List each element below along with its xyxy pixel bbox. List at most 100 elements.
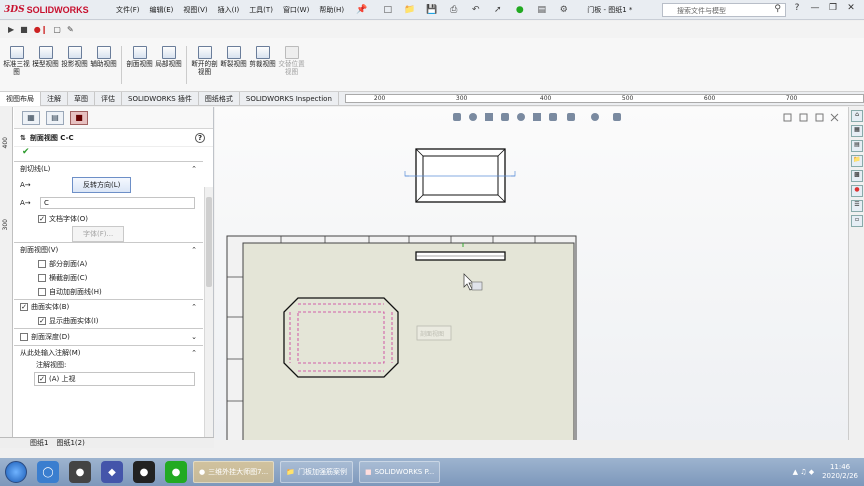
qq-icon[interactable]: ● [133, 461, 155, 483]
reverse-direction-button[interactable]: 反转方向(L) [72, 177, 132, 193]
zoom-fit-icon[interactable] [453, 113, 461, 121]
scrollbar-thumb[interactable] [206, 197, 212, 287]
forum-icon[interactable]: ▫ [851, 215, 863, 227]
tab-evaluate[interactable]: 评估 [95, 91, 122, 106]
chevron-down-icon[interactable]: ⌄ [191, 333, 197, 341]
select-icon[interactable]: ➚ [491, 3, 504, 16]
tab-inspection[interactable]: SOLIDWORKS Inspection [240, 91, 339, 106]
browser-icon[interactable]: ◯ [37, 461, 59, 483]
surface-bodies-checkbox[interactable]: ✓ [20, 303, 28, 311]
chevron-up-icon[interactable]: ⌃ [191, 246, 197, 254]
macro-edit-icon[interactable]: ✎ [67, 25, 74, 34]
annotation-views-list[interactable]: ✓ (A) 上视 [34, 372, 195, 386]
menu-tools[interactable]: 工具(T) [249, 5, 273, 15]
show-surface-checkbox[interactable]: ✓ [38, 317, 46, 325]
rebuild-icon[interactable]: ▤ [535, 3, 548, 16]
new-icon[interactable]: □ [381, 3, 394, 16]
hide-show-icon[interactable] [591, 113, 599, 121]
appearance-icon[interactable] [613, 113, 621, 121]
viewport-window-controls[interactable] [783, 113, 839, 122]
sheet-tab-2[interactable]: 图纸1(2) [56, 438, 84, 448]
panel-scrollbar[interactable] [204, 187, 213, 437]
taskbar-item[interactable]: 📁 门板加强筋案例 [280, 461, 353, 483]
pin-icon[interactable]: 📌 [356, 5, 367, 15]
stop-icon[interactable]: ■ [20, 25, 28, 34]
chevron-up-icon[interactable]: ⌃ [191, 165, 197, 173]
search-input[interactable]: 搜索文件与模型 ⚲ [662, 3, 786, 17]
section-view-icon[interactable] [549, 113, 557, 121]
help-icon[interactable]: ? [195, 132, 205, 143]
tab-view-layout[interactable]: 视图布局 [0, 91, 41, 106]
restore-icon[interactable]: ❐ [826, 3, 840, 13]
section-header[interactable]: 从此处输入注解(M) ⌃ [14, 346, 203, 360]
tab-sketch[interactable]: 草图 [68, 91, 95, 106]
zoom-area-icon[interactable] [469, 113, 477, 121]
cmd-auxiliary-view[interactable]: 辅助视图 [89, 46, 118, 68]
shield-icon[interactable]: ◆ [809, 468, 814, 476]
minimize-icon[interactable]: — [808, 3, 822, 13]
cmd-model-view[interactable]: 模型视图 [31, 46, 60, 68]
drawing-canvas[interactable]: 剖面视图 [215, 107, 848, 440]
chevron-up-icon[interactable]: ⌃ [191, 303, 197, 311]
menu-window[interactable]: 窗口(W) [283, 5, 309, 15]
chat-app-icon[interactable]: ● [69, 461, 91, 483]
cmd-broken-out-section[interactable]: 断开的剖视图 [190, 46, 219, 76]
design-library-icon[interactable]: ▤ [851, 140, 863, 152]
file-explorer-icon[interactable]: 📁 [851, 155, 863, 167]
rotate-icon[interactable] [517, 113, 525, 121]
slice-section-row[interactable]: 横截剖面(C) [14, 271, 203, 285]
graphics-area[interactable]: 剖面视图 [215, 107, 848, 440]
macro-new-icon[interactable]: ▢ [53, 25, 61, 34]
custom-properties-icon[interactable]: ☰ [851, 200, 863, 212]
play-icon[interactable]: ▶ [8, 25, 14, 34]
top-view-drawing[interactable] [404, 148, 516, 203]
close-icon[interactable]: ✕ [844, 3, 858, 13]
display-style-icon[interactable] [567, 113, 575, 121]
viewport-minimize-icon[interactable] [799, 113, 808, 122]
taskbar-item[interactable]: ■ SOLIDWORKS P... [358, 461, 441, 483]
auto-hatch-checkbox[interactable] [38, 288, 46, 296]
section-header[interactable]: 剖面深度(D) ⌄ [14, 329, 203, 345]
volume-icon[interactable]: ♫ [800, 468, 806, 476]
print-icon[interactable]: ⎙ [447, 3, 460, 16]
app-icon[interactable]: ◆ [101, 461, 123, 483]
cmd-section-view[interactable]: 剖面视图 [125, 46, 154, 68]
ok-button[interactable]: ✔ [14, 147, 213, 161]
view-palette-icon[interactable]: ▩ [851, 170, 863, 182]
zoom-icon[interactable] [485, 113, 493, 121]
open-icon[interactable]: 📁 [403, 3, 416, 16]
clock[interactable]: 11:46 2020/2/26 [822, 463, 858, 481]
undo-icon[interactable]: ↶ [469, 3, 482, 16]
viewport-restore-icon[interactable] [815, 113, 824, 122]
cmd-projected-view[interactable]: 投影视图 [60, 46, 89, 68]
auto-hatch-row[interactable]: 自动加剖面线(H) [14, 285, 203, 299]
doc-font-checkbox[interactable]: ✓ [38, 215, 46, 223]
property-manager-icon[interactable]: ▤ [46, 110, 64, 125]
chevron-up-icon[interactable]: ⌃ [191, 349, 197, 357]
cmd-standard-three-view[interactable]: 标准三视图 [2, 46, 31, 76]
section-header[interactable]: 剖切线(L) ⌃ [14, 162, 203, 176]
start-button[interactable] [5, 461, 27, 483]
search-icon[interactable]: ⚲ [774, 4, 781, 14]
options-gear-icon[interactable]: ⚙ [557, 3, 570, 16]
tab-sheet-format[interactable]: 图纸格式 [199, 91, 240, 106]
menu-help[interactable]: 帮助(H) [319, 5, 344, 15]
menu-file[interactable]: 文件(F) [116, 5, 140, 15]
traffic-light-icon[interactable]: ● [513, 3, 526, 16]
network-icon[interactable]: ▲ [793, 468, 798, 476]
configuration-manager-icon[interactable]: ■ [70, 110, 88, 125]
taskbar-item[interactable]: ● 三维外挂大师图7... [193, 461, 275, 483]
doc-font-row[interactable]: ✓ 文档字体(O) [14, 212, 203, 226]
cmd-break-view[interactable]: 断裂视图 [219, 46, 248, 68]
sheet-tab-1[interactable]: 图纸1 [30, 438, 48, 448]
viewport-split-icon[interactable] [783, 113, 792, 122]
record-icon[interactable]: ●❙ [34, 25, 48, 34]
section-view-drawing[interactable] [415, 251, 506, 261]
appearances-icon[interactable]: ● [851, 185, 863, 197]
previous-view-icon[interactable] [533, 113, 541, 121]
tab-annotation[interactable]: 注解 [41, 91, 68, 106]
cmd-crop-view[interactable]: 剪裁视图 [248, 46, 277, 68]
feature-manager-icon[interactable]: ▦ [22, 110, 40, 125]
section-depth-checkbox[interactable] [20, 333, 28, 341]
heads-up-toolbar[interactable] [453, 113, 621, 121]
